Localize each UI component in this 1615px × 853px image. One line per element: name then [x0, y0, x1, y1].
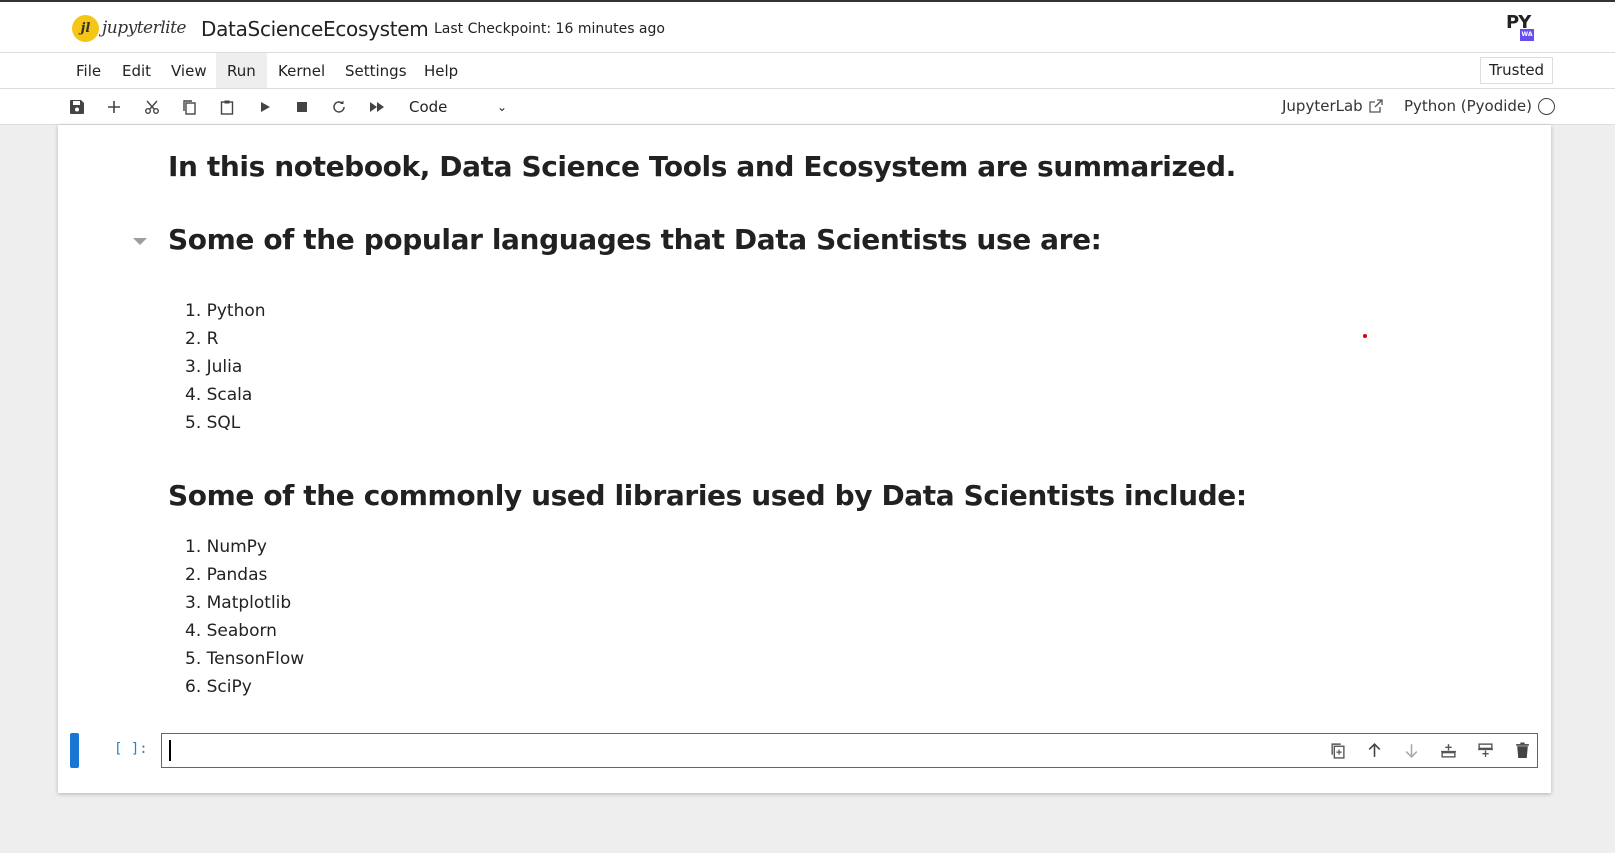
stop-icon[interactable]	[291, 96, 313, 118]
active-cell-indicator[interactable]	[70, 733, 79, 768]
move-up-icon[interactable]	[1363, 739, 1385, 761]
cell-type-select[interactable]: Code ⌄	[409, 96, 509, 118]
menu-run[interactable]: Run	[216, 53, 267, 88]
menu-bar: File Edit View Run Kernel Settings Help …	[0, 53, 1615, 89]
menu-view[interactable]: View	[160, 53, 218, 88]
kernel-status-icon	[1538, 98, 1555, 115]
libraries-heading: Some of the commonly used libraries used…	[168, 479, 1247, 512]
cut-icon[interactable]	[141, 96, 163, 118]
text-cursor	[169, 740, 171, 761]
wasm-badge: WA	[1520, 29, 1534, 41]
add-cell-icon[interactable]	[103, 96, 125, 118]
save-icon[interactable]	[66, 96, 88, 118]
code-cell-input[interactable]	[161, 733, 1538, 768]
list-item: 1. Python	[185, 301, 266, 321]
jupyterlite-logo[interactable]: jl jupyterlite	[72, 11, 187, 45]
notebook-heading: In this notebook, Data Science Tools and…	[168, 150, 1236, 183]
list-item: 6. SciPy	[185, 677, 252, 697]
cell-type-value: Code	[409, 98, 448, 116]
move-down-icon[interactable]	[1400, 739, 1422, 761]
pyodide-wasm-logo-icon: PY WA	[1506, 12, 1538, 44]
jupyterlab-link-label: JupyterLab	[1282, 97, 1363, 115]
last-checkpoint: Last Checkpoint: 16 minutes ago	[434, 21, 665, 37]
fast-forward-icon[interactable]	[366, 96, 388, 118]
insert-below-icon[interactable]	[1474, 739, 1496, 761]
languages-list: 1. Python 2. R 3. Julia 4. Scala 5. SQL	[185, 297, 266, 437]
kernel-name[interactable]: Python (Pyodide)	[1404, 97, 1532, 115]
libraries-list: 1. NumPy 2. Pandas 3. Matplotlib 4. Seab…	[185, 533, 304, 701]
collapse-heading-icon[interactable]	[133, 238, 147, 245]
list-item: 5. TensonFlow	[185, 649, 305, 669]
notebook-title[interactable]: DataScienceEcosystem	[201, 17, 429, 41]
code-cell-prompt: [ ]:	[114, 741, 148, 757]
red-dot-marker	[1363, 334, 1367, 338]
run-icon[interactable]	[254, 96, 276, 118]
chevron-down-icon: ⌄	[496, 100, 507, 114]
delete-cell-icon[interactable]	[1511, 739, 1533, 761]
jupyterlite-logo-icon: jl	[72, 14, 99, 42]
menu-kernel[interactable]: Kernel	[267, 53, 336, 88]
menu-settings[interactable]: Settings	[334, 53, 418, 88]
list-item: 4. Scala	[185, 385, 253, 405]
list-item: 4. Seaborn	[185, 621, 277, 641]
list-item: 1. NumPy	[185, 537, 267, 557]
notebook-panel: In this notebook, Data Science Tools and…	[58, 125, 1551, 793]
restart-icon[interactable]	[328, 96, 350, 118]
list-item: 2. R	[185, 329, 219, 349]
list-item: 3. Julia	[185, 357, 243, 377]
paste-icon[interactable]	[216, 96, 238, 118]
notebook-toolbar: Code ⌄ JupyterLab Python (Pyodide)	[0, 89, 1615, 125]
jupyterlite-logo-text: jupyterlite	[102, 18, 187, 38]
external-link-icon	[1369, 99, 1383, 113]
open-jupyterlab-link[interactable]: JupyterLab	[1282, 97, 1384, 115]
duplicate-cell-icon[interactable]	[1326, 739, 1348, 761]
copy-icon[interactable]	[178, 96, 200, 118]
list-item: 3. Matplotlib	[185, 593, 292, 613]
trusted-indicator[interactable]: Trusted	[1480, 57, 1554, 84]
list-item: 5. SQL	[185, 413, 241, 433]
app-header: jl jupyterlite DataScienceEcosystem Last…	[0, 0, 1615, 53]
menu-edit[interactable]: Edit	[111, 53, 162, 88]
list-item: 2. Pandas	[185, 565, 268, 585]
menu-file[interactable]: File	[65, 53, 112, 88]
cell-toolbar	[1326, 739, 1533, 761]
menu-help[interactable]: Help	[413, 53, 469, 88]
languages-heading: Some of the popular languages that Data …	[168, 223, 1102, 256]
insert-above-icon[interactable]	[1437, 739, 1459, 761]
